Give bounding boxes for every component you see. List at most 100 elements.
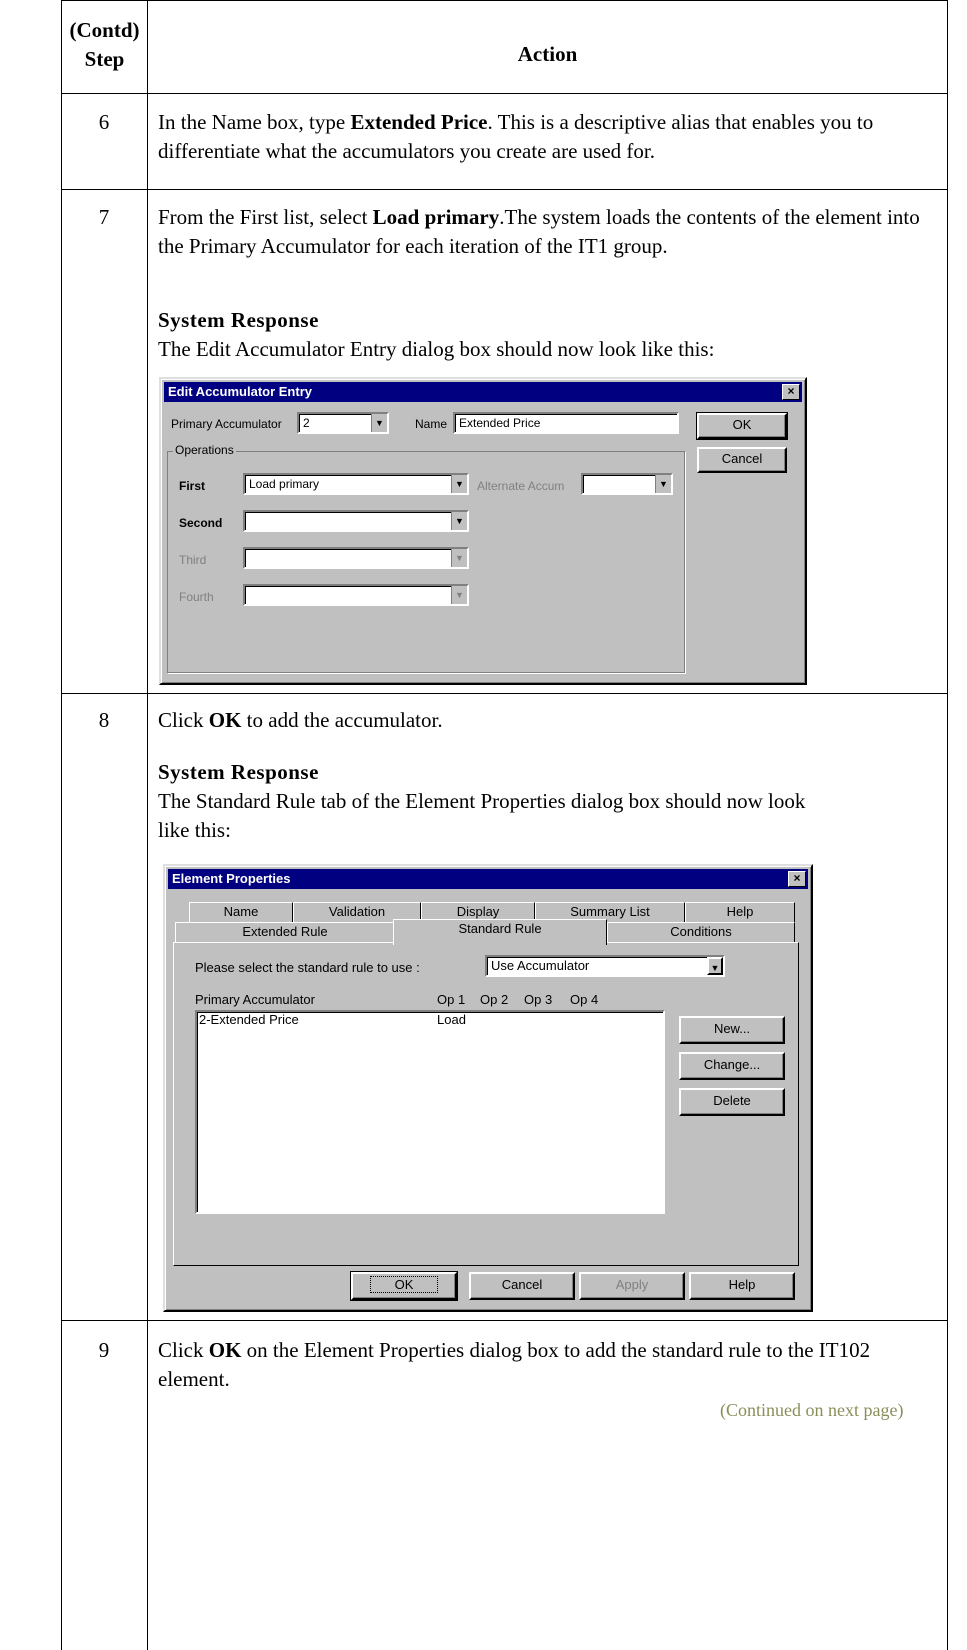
column-primary-accumulator: Primary Accumulator [195,992,315,1007]
alternate-accum-label: Alternate Accum [477,479,565,493]
first-select[interactable]: Load primary ▼ [243,473,469,495]
ok-button[interactable]: OK [696,412,788,440]
dialog-titlebar: Edit Accumulator Entry × [164,382,802,402]
step-number: 9 [98,1338,110,1362]
instruction-text: Click [158,1338,209,1362]
step-instruction: Click OK on the Element Properties dialo… [158,1336,938,1394]
name-label: Name [415,417,448,431]
ok-button-label: OK [732,417,752,432]
step-instruction: Click OK to add the accumulator. [158,706,938,735]
cancel-button[interactable]: Cancel [469,1272,575,1300]
help-button[interactable]: Help [689,1272,795,1300]
instruction-text: Click [158,708,209,732]
column-op1: Op 1 [437,992,466,1007]
tab-label: Display [456,904,500,919]
fourth-select[interactable]: ▼ [243,584,469,606]
third-select[interactable]: ▼ [243,547,469,569]
chevron-down-icon[interactable]: ▼ [707,957,723,975]
column-op3: Op 3 [524,992,553,1007]
accumulator-list[interactable]: 2-Extended Price Load [195,1010,665,1214]
system-response: System Response The Edit Accumulator Ent… [158,306,938,364]
close-icon[interactable]: × [782,384,800,400]
list-item-op1: Load [437,1012,466,1027]
continued-note: (Continued on next page) [720,1400,904,1420]
edit-accumulator-entry-dialog: Edit Accumulator Entry × Primary Accumul… [159,377,807,685]
help-button-label: Help [728,1277,756,1292]
instruction-text: From the First list, select [158,205,373,229]
alternate-accum-select[interactable]: ▼ [581,473,673,495]
element-properties-dialog: Element Properties × Name Validation Dis… [163,864,813,1312]
cancel-button[interactable]: Cancel [697,447,787,473]
first-select-value: Load primary [249,477,320,491]
spin-down-icon[interactable]: ▼ [371,414,387,432]
new-button[interactable]: New... [679,1016,785,1044]
close-icon[interactable]: × [788,871,806,887]
step-number: 7 [98,205,110,229]
chevron-down-icon[interactable]: ▼ [451,549,467,567]
first-label: First [179,479,206,493]
dialog-title: Edit Accumulator Entry [168,384,312,399]
delete-button[interactable]: Delete [679,1088,785,1116]
primary-accumulator-value: 2 [303,416,310,430]
instruction-emphasis: OK [208,1338,242,1362]
instruction-text: on the Element Properties dialog box to … [158,1338,871,1391]
system-response-text: The Edit Accumulator Entry dialog box sh… [158,337,715,361]
tab-label: Help [726,904,754,919]
standard-rule-select-value: Use Accumulator [491,958,590,973]
system-response-text: The Standard Rule tab of the Element Pro… [158,789,806,842]
instruction-emphasis: Load primary [372,205,500,229]
primary-accumulator-label: Primary Accumulator [171,417,282,431]
second-select[interactable]: ▼ [243,510,469,532]
list-item[interactable]: 2-Extended Price Load [197,1012,663,1030]
tab-label: Summary List [570,904,650,919]
step-header-line2: Step [84,47,125,71]
tab-conditions[interactable]: Conditions [607,922,795,942]
standard-rule-select[interactable]: Use Accumulator ▼ [485,955,725,977]
ok-button[interactable]: OK [350,1271,458,1301]
chevron-down-icon[interactable]: ▼ [655,475,671,493]
second-label: Second [179,516,223,530]
primary-accumulator-spinner[interactable]: 2 ▼ [297,412,389,434]
chevron-down-icon[interactable]: ▼ [451,586,467,604]
dialog-title: Element Properties [172,871,291,886]
step-instruction: From the First list, select Load primary… [158,203,938,261]
system-response-title: System Response [158,760,319,784]
select-rule-label: Please select the standard rule to use : [195,960,420,975]
chevron-down-icon[interactable]: ▼ [451,512,467,530]
step-number: 8 [98,708,110,732]
tab-label: Standard Rule [458,921,542,936]
tab-label: Name [223,904,259,919]
delete-button-label: Delete [713,1093,751,1108]
dialog-titlebar: Element Properties × [168,869,808,889]
tab-standard-rule[interactable]: Standard Rule [393,919,607,945]
apply-button[interactable]: Apply [579,1272,685,1300]
tab-label: Validation [328,904,386,919]
system-response: System Response The Standard Rule tab of… [158,758,818,845]
list-item-accumulator: 2-Extended Price [199,1012,299,1027]
column-op2: Op 2 [480,992,509,1007]
tab-label: Extended Rule [242,924,328,939]
new-button-label: New... [713,1021,751,1036]
step-number: 6 [98,110,110,134]
fourth-label: Fourth [179,590,214,604]
tab-label: Conditions [670,924,732,939]
third-label: Third [179,553,207,567]
apply-button-label: Apply [615,1277,649,1292]
tab-extended-rule[interactable]: Extended Rule [175,922,395,942]
instruction-text: In the Name box, type [158,110,351,134]
tab-help[interactable]: Help [685,902,795,922]
step-column-header: (Contd) Step [62,16,147,74]
instruction-text: to add the accumulator. [241,708,443,732]
tab-name[interactable]: Name [189,902,293,922]
instruction-emphasis: OK [208,708,242,732]
name-input-value: Extended Price [459,416,541,430]
change-button-label: Change... [703,1057,761,1072]
column-op4: Op 4 [570,992,599,1007]
step-instruction: In the Name box, type Extended Price. Th… [158,108,938,166]
chevron-down-icon[interactable]: ▼ [451,475,467,493]
name-input[interactable]: Extended Price [453,412,679,434]
change-button[interactable]: Change... [679,1052,785,1080]
ok-button-label: OK [369,1276,439,1293]
system-response-title: System Response [158,308,319,332]
cancel-button-label: Cancel [501,1277,543,1292]
